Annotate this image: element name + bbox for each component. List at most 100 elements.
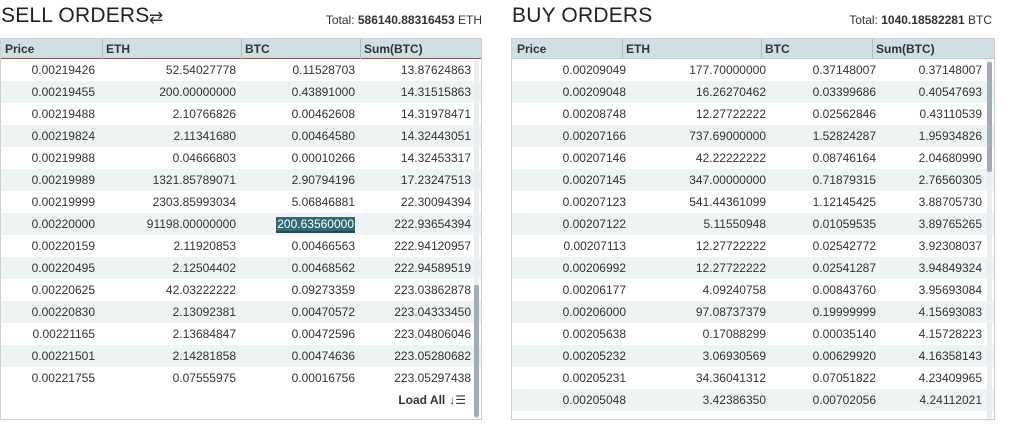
table-row[interactable]: 0.00206177 4.09240758 0.00843760 3.95693084 — [512, 279, 994, 301]
buy-orders-title: BUY ORDERS — [512, 4, 653, 27]
table-row[interactable]: 0.00219999 2303.85993034 5.06846881 22.3009… — [1, 191, 481, 213]
table-row[interactable]: 0.00219455 200.00000000 0.43891000 14.31515… — [1, 81, 481, 103]
buy-scrollbar[interactable] — [987, 60, 992, 419]
table-row[interactable]: 0.00220159 2.11920853 0.00466563 222.941209… — [1, 235, 481, 257]
table-row[interactable]: 0.00220000 91198.00000000 200.63560000 222.… — [1, 213, 481, 235]
table-row[interactable]: 0.00206000 97.08737379 0.19999999 4.1569308… — [512, 301, 994, 323]
sell-cell-eth: 2.11341680 — [173, 129, 236, 143]
table-row[interactable]: 0.00205231 34.36041312 0.07051822 4.2340996… — [512, 367, 994, 389]
sell-col-btc[interactable]: BTC — [245, 42, 270, 56]
buy-orders-table: Price ETH BTC Sum(BTC) 0.00209049 177.700… — [511, 38, 995, 420]
column-divider — [872, 39, 873, 59]
table-row[interactable]: 0.00219824 2.11341680 0.00464580 14.3244305… — [1, 125, 481, 147]
buy-cell-price: 0.00206000 — [562, 305, 626, 319]
swap-icon[interactable]: ⇄ — [149, 8, 163, 28]
buy-cell-btc: 0.02542772 — [812, 239, 876, 253]
sell-cell-btc: 0.11528703 — [292, 63, 355, 77]
sell-table-header: Price ETH BTC Sum(BTC) — [1, 39, 481, 59]
column-divider — [360, 39, 361, 59]
table-row[interactable]: 0.00219988 0.04666803 0.00010266 14.3245331… — [1, 147, 481, 169]
buy-col-price[interactable]: Price — [517, 42, 546, 56]
buy-cell-btc: 0.37148007 — [812, 63, 876, 77]
sell-cell-btc: 0.43891000 — [291, 85, 355, 99]
buy-cell-sum: 0.37148007 — [918, 63, 982, 77]
buy-cell-price: 0.00208748 — [562, 107, 626, 121]
sell-cell-price: 0.00219824 — [31, 129, 95, 143]
sell-scroll-thumb[interactable] — [474, 285, 479, 417]
buy-col-eth[interactable]: ETH — [626, 42, 650, 56]
buy-cell-btc: 0.07051822 — [812, 371, 876, 385]
buy-cell-sum: 1.95934826 — [918, 129, 982, 143]
sell-cell-price: 0.00220000 — [31, 217, 95, 231]
sell-cell-sum: 222.94120957 — [394, 239, 471, 253]
table-row[interactable]: 0.00205048 3.42386350 0.00702056 4.24112021 — [512, 389, 994, 411]
buy-cell-price: 0.00207113 — [563, 239, 626, 253]
table-row[interactable]: 0.00221501 2.14281858 0.00474636 223.052806… — [1, 345, 481, 367]
table-row[interactable]: 0.00219426 52.54027778 0.11528703 13.876248… — [1, 59, 481, 81]
table-row[interactable]: 0.00220830 2.13092381 0.00470572 223.043334… — [1, 301, 481, 323]
sell-cell-price: 0.00220159 — [31, 239, 95, 253]
buy-col-sum[interactable]: Sum(BTC) — [876, 42, 935, 56]
table-row[interactable]: 0.00221165 2.13684847 0.00472596 223.048060… — [1, 323, 481, 345]
buy-cell-price: 0.00207166 — [562, 129, 626, 143]
table-row[interactable]: 0.00207146 42.22222222 0.08746164 2.0468099… — [512, 147, 994, 169]
sell-cell-price: 0.00220830 — [31, 305, 95, 319]
buy-cell-sum: 0.43110539 — [919, 107, 982, 121]
buy-cell-btc: 0.00035140 — [812, 327, 876, 341]
buy-cell-price: 0.00206992 — [562, 261, 626, 275]
sell-scrollbar[interactable] — [474, 60, 479, 419]
table-row[interactable]: 0.00207123 541.44361099 1.12145425 3.887057… — [512, 191, 994, 213]
buy-cell-eth: 177.70000000 — [689, 63, 766, 77]
table-row[interactable]: 0.00208748 12.27722222 0.02562846 0.4311053… — [512, 103, 994, 125]
table-row[interactable]: 0.00219989 1321.85789071 2.90794196 17.2324… — [1, 169, 481, 191]
buy-cell-eth: 12.27722222 — [695, 107, 766, 121]
table-row[interactable]: 0.00221755 0.07555975 0.00016756 223.052974… — [1, 367, 481, 389]
table-row[interactable]: 0.00206992 12.27722222 0.02541287 3.9484932… — [512, 257, 994, 279]
sell-cell-price: 0.00219988 — [31, 151, 95, 165]
sell-cell-eth: 2.10766826 — [172, 107, 236, 121]
table-row[interactable]: 0.00209048 16.26270462 0.03399686 0.4054769… — [512, 81, 994, 103]
sell-cell-btc: 0.00010266 — [291, 151, 355, 165]
buy-cell-eth: 737.69000000 — [689, 129, 766, 143]
buy-cell-price: 0.00205048 — [562, 393, 626, 407]
table-row[interactable]: 0.00207166 737.69000000 1.52824287 1.959348… — [512, 125, 994, 147]
table-row[interactable]: 0.00219488 2.10766826 0.00462608 14.3197847… — [1, 103, 481, 125]
buy-cell-price: 0.00209048 — [562, 85, 626, 99]
table-row[interactable]: 0.00205638 0.17088299 0.00035140 4.15728223 — [512, 323, 994, 345]
sell-cell-btc: 0.00466563 — [291, 239, 355, 253]
column-divider — [241, 39, 242, 59]
sell-cell-eth: 200.00000000 — [159, 85, 236, 99]
buy-cell-eth: 16.26270462 — [695, 85, 766, 99]
table-row[interactable]: 0.00220625 42.03222222 0.09273359 223.03862… — [1, 279, 481, 301]
sell-cell-btc: 0.09273359 — [291, 283, 355, 297]
buy-cell-eth: 347.00000000 — [689, 173, 766, 187]
table-row[interactable]: 0.00207145 347.00000000 0.71879315 2.765603… — [512, 169, 994, 191]
sell-col-eth[interactable]: ETH — [106, 42, 130, 56]
table-row[interactable]: 0.00205232 3.06930569 0.00629920 4.16358143 — [512, 345, 994, 367]
buy-scroll-thumb[interactable] — [987, 62, 992, 172]
buy-col-btc[interactable]: BTC — [765, 42, 790, 56]
table-row[interactable]: 0.00207113 12.27722222 0.02542772 3.9230803… — [512, 235, 994, 257]
buy-cell-eth: 3.42386350 — [702, 393, 766, 407]
buy-cell-price: 0.00209049 — [562, 63, 626, 77]
sell-cell-eth: 2.11920853 — [173, 239, 236, 253]
sell-cell-sum: 14.32443051 — [400, 129, 471, 143]
sell-total-value: 586140.88316453 — [357, 13, 455, 27]
sell-cell-price: 0.00219989 — [31, 173, 95, 187]
buy-cell-sum: 4.24112021 — [919, 393, 982, 407]
buy-cell-btc: 0.00629920 — [812, 349, 876, 363]
buy-cell-sum: 3.94849324 — [918, 261, 982, 275]
sell-col-price[interactable]: Price — [5, 42, 34, 56]
table-row[interactable]: 0.00209049 177.70000000 0.37148007 0.371480… — [512, 59, 994, 81]
sell-cell-btc: 0.00464580 — [291, 129, 355, 143]
buy-total-value: 1040.18582281 — [881, 13, 965, 27]
sell-cell-btc-highlighted: 200.63560000 — [276, 217, 355, 233]
sell-col-sum[interactable]: Sum(BTC) — [364, 42, 423, 56]
buy-cell-btc: 0.01059535 — [812, 217, 876, 231]
buy-cell-btc: 0.19999999 — [812, 305, 876, 319]
table-row[interactable]: 0.00220495 2.12504402 0.00468562 222.945895… — [1, 257, 481, 279]
table-row[interactable]: 0.00207122 5.11550948 0.01059535 3.89765265 — [512, 213, 994, 235]
buy-cell-price: 0.00205231 — [562, 371, 626, 385]
sell-total-unit: ETH — [458, 13, 482, 27]
load-all-button[interactable]: Load All ↓☰ — [398, 393, 466, 407]
